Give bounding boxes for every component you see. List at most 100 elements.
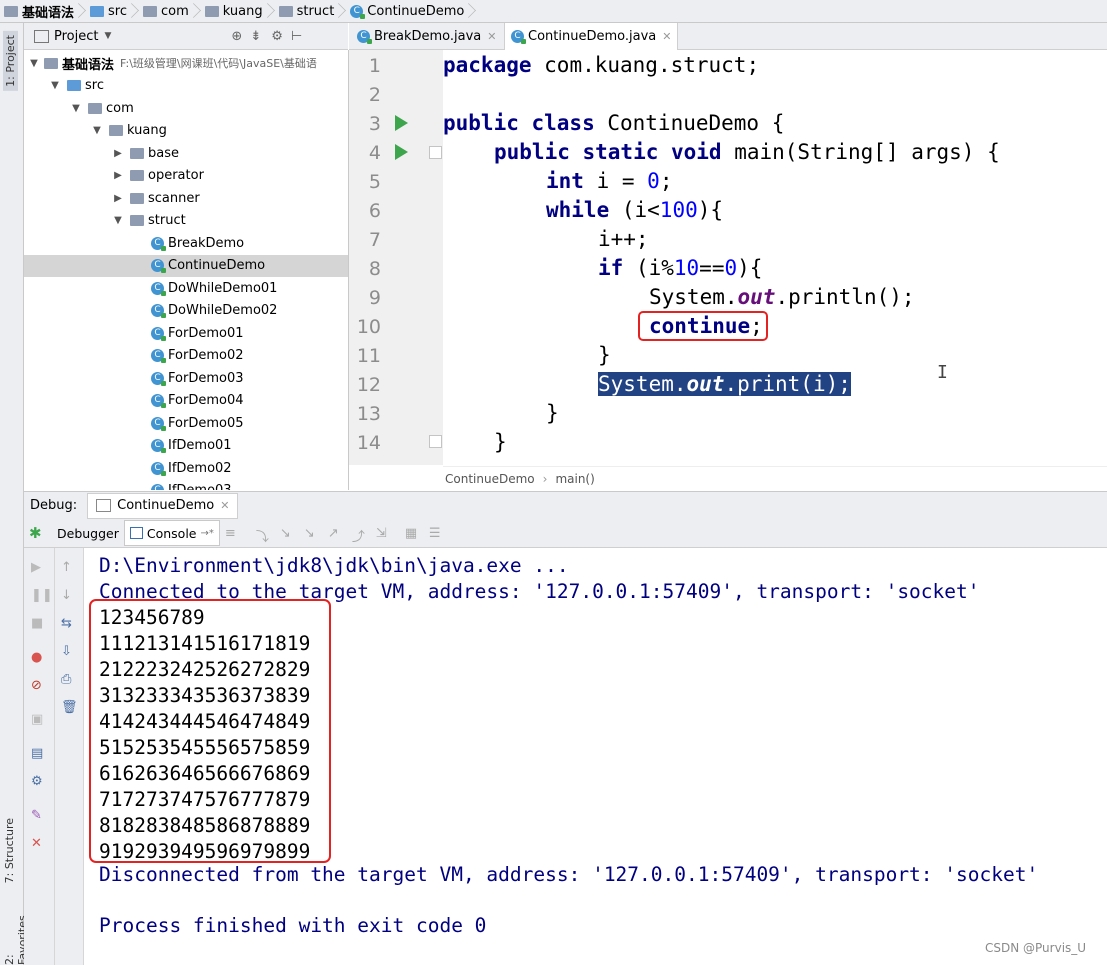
tree-item-ifdemo02[interactable]: C IfDemo02 bbox=[24, 457, 348, 479]
locate-icon[interactable]: ⊕ bbox=[231, 29, 242, 44]
tab-breakdemo[interactable]: C BreakDemo.java ✕ bbox=[351, 23, 502, 49]
breadcrumb-item-struct[interactable]: struct bbox=[275, 0, 341, 22]
stop-icon[interactable]: ■ bbox=[31, 616, 47, 632]
chevron-down-icon[interactable]: ▼ bbox=[112, 215, 124, 226]
breadcrumb-item-module[interactable]: 基础语法 bbox=[0, 0, 80, 22]
chevron-right-icon[interactable]: ▶ bbox=[112, 170, 124, 181]
tree-item-fordemo04[interactable]: C ForDemo04 bbox=[24, 390, 348, 412]
tree-item-ifdemo01[interactable]: C IfDemo01 bbox=[24, 435, 348, 457]
evaluate-icon[interactable]: ▦ bbox=[405, 526, 419, 541]
chevron-down-icon[interactable]: ▼ bbox=[28, 58, 40, 69]
java-class-icon: C bbox=[151, 304, 166, 318]
structure-tool-tab[interactable]: 7: Structure bbox=[3, 818, 16, 883]
project-view-selector[interactable]: Project bbox=[54, 29, 98, 44]
console-line: Disconnected from the target VM, address… bbox=[99, 863, 1039, 886]
arrow-down-icon[interactable]: ↓ bbox=[61, 588, 77, 604]
tree-item-base[interactable]: ▶ base bbox=[24, 142, 348, 164]
tree-item-fordemo01[interactable]: C ForDemo01 bbox=[24, 322, 348, 344]
code-line-6: while (i<100){ bbox=[546, 198, 724, 222]
java-class-icon: C bbox=[151, 259, 166, 273]
view-breakpoints-icon[interactable]: ● bbox=[31, 650, 47, 666]
close-icon[interactable]: ✕ bbox=[220, 499, 229, 512]
get-thread-dump-icon[interactable]: ▣ bbox=[31, 712, 47, 728]
tree-item-operator[interactable]: ▶ operator bbox=[24, 165, 348, 187]
force-step-into-icon[interactable]: ↘ bbox=[304, 526, 318, 541]
trash-icon[interactable]: 🗑 bbox=[61, 700, 78, 716]
hide-panel-icon[interactable]: ⊢ bbox=[291, 29, 302, 44]
mute-breakpoints-icon[interactable]: ⊘ bbox=[31, 678, 47, 694]
tree-item-scanner[interactable]: ▶ scanner bbox=[24, 187, 348, 209]
tree-item-fordemo05[interactable]: C ForDemo05 bbox=[24, 412, 348, 434]
project-tool-tab[interactable]: 1: Project bbox=[3, 31, 18, 91]
tree-item-dowhiledemo01[interactable]: C DoWhileDemo01 bbox=[24, 277, 348, 299]
print-icon[interactable]: ⎙ bbox=[61, 672, 77, 688]
chevron-down-icon[interactable]: ▼ bbox=[104, 31, 111, 41]
code-line-4: public static void main(String[] args) { bbox=[494, 140, 1000, 164]
code-line-9: System.out.println(); bbox=[649, 285, 915, 309]
tab-console[interactable]: Console →* bbox=[123, 520, 220, 546]
fold-icon[interactable] bbox=[429, 146, 442, 159]
editor-breadcrumb: ContinueDemo › main() bbox=[443, 466, 1107, 491]
chevron-right-icon[interactable]: ▶ bbox=[112, 193, 124, 204]
line-number: 9 bbox=[368, 287, 381, 309]
editor-gutter[interactable]: 1 2 3 4 5 6 7 8 9 10 11 12 13 14 bbox=[349, 50, 444, 465]
chevron-right-icon[interactable]: ▶ bbox=[112, 148, 124, 159]
tab-debugger[interactable]: Debugger bbox=[52, 521, 124, 545]
editor-crumb-method[interactable]: main() bbox=[555, 472, 594, 486]
output-highlight-box bbox=[89, 599, 331, 863]
tree-root-module[interactable]: ▼ 基础语法 F:\班级管理\网课班\代码\JavaSE\基础语 bbox=[24, 52, 348, 74]
scroll-to-end-icon[interactable]: ⇩ bbox=[61, 644, 77, 660]
chevron-down-icon[interactable]: ▼ bbox=[91, 125, 103, 136]
tab-continuedemo[interactable]: C ContinueDemo.java ✕ bbox=[504, 23, 679, 50]
gear-icon[interactable]: ⚙ bbox=[271, 29, 283, 44]
breadcrumb-item-class[interactable]: C ContinueDemo bbox=[346, 0, 470, 22]
step-out-icon[interactable]: ↗ bbox=[328, 526, 342, 541]
resume-icon[interactable]: ▶ bbox=[31, 560, 47, 576]
tree-item-src[interactable]: ▼ src bbox=[24, 75, 348, 97]
show-execution-point-icon[interactable]: ≡ bbox=[225, 526, 239, 541]
breadcrumb-item-kuang[interactable]: kuang bbox=[201, 0, 269, 22]
tree-item-breakdemo[interactable]: C BreakDemo bbox=[24, 232, 348, 254]
debug-session-tab[interactable]: ContinueDemo ✕ bbox=[87, 492, 239, 519]
step-over-icon[interactable]: ⤵ bbox=[256, 526, 270, 545]
line-number: 2 bbox=[368, 84, 381, 106]
breadcrumb-item-com[interactable]: com bbox=[139, 0, 195, 22]
chevron-down-icon[interactable]: ▼ bbox=[70, 103, 82, 114]
console-icon bbox=[129, 527, 143, 539]
pause-icon[interactable]: ❚❚ bbox=[31, 588, 53, 604]
left-tool-strip: 1: Project 7: Structure 2: Favorites bbox=[0, 23, 29, 965]
code-line-1: package com.kuang.struct; bbox=[443, 53, 760, 77]
tree-item-struct[interactable]: ▼ struct bbox=[24, 210, 348, 232]
tree-item-label: ForDemo03 bbox=[168, 370, 244, 386]
restore-layout-icon[interactable]: ▤ bbox=[31, 746, 47, 762]
tree-item-com[interactable]: ▼ com bbox=[24, 97, 348, 119]
run-class-icon[interactable] bbox=[395, 115, 408, 131]
tree-item-continuedemo[interactable]: C ContinueDemo bbox=[24, 254, 348, 277]
run-to-cursor-icon[interactable]: ⇲ bbox=[376, 526, 390, 541]
bug-icon[interactable]: ✱ bbox=[29, 526, 43, 541]
chevron-down-icon[interactable]: ▼ bbox=[49, 80, 61, 91]
breadcrumb-item-src[interactable]: src bbox=[86, 0, 133, 22]
close-icon[interactable]: ✕ bbox=[662, 30, 671, 43]
step-into-icon[interactable]: ↘ bbox=[280, 526, 294, 541]
soft-wrap-icon[interactable]: ⇆ bbox=[61, 616, 77, 632]
close-icon[interactable]: ✕ bbox=[31, 836, 47, 852]
tree-item-label: base bbox=[148, 145, 179, 161]
tree-item-ifdemo03[interactable]: C IfDemo03 bbox=[24, 480, 348, 490]
fold-icon[interactable] bbox=[429, 435, 442, 448]
trace-icon[interactable]: ☰ bbox=[429, 526, 443, 541]
breadcrumb: 基础语法 src com kuang struct C ContinueDemo bbox=[0, 0, 1107, 23]
pin-tab-icon[interactable]: ✎ bbox=[31, 808, 47, 824]
tree-item-fordemo02[interactable]: C ForDemo02 bbox=[24, 345, 348, 367]
tree-item-dowhiledemo02[interactable]: C DoWhileDemo02 bbox=[24, 300, 348, 322]
tree-item-fordemo03[interactable]: C ForDemo03 bbox=[24, 367, 348, 389]
code-editor[interactable]: package com.kuang.struct; public class C… bbox=[443, 50, 1107, 465]
settings-icon[interactable]: ⚙ bbox=[31, 774, 47, 790]
run-method-icon[interactable] bbox=[395, 144, 408, 160]
editor-crumb-class[interactable]: ContinueDemo bbox=[445, 472, 535, 486]
tree-item-kuang[interactable]: ▼ kuang bbox=[24, 120, 348, 142]
close-icon[interactable]: ✕ bbox=[487, 30, 496, 43]
arrow-up-icon[interactable]: ↑ bbox=[61, 560, 77, 576]
drop-frame-icon[interactable]: ⤴ bbox=[352, 526, 366, 545]
collapse-all-icon[interactable]: ⇟ bbox=[250, 29, 261, 44]
